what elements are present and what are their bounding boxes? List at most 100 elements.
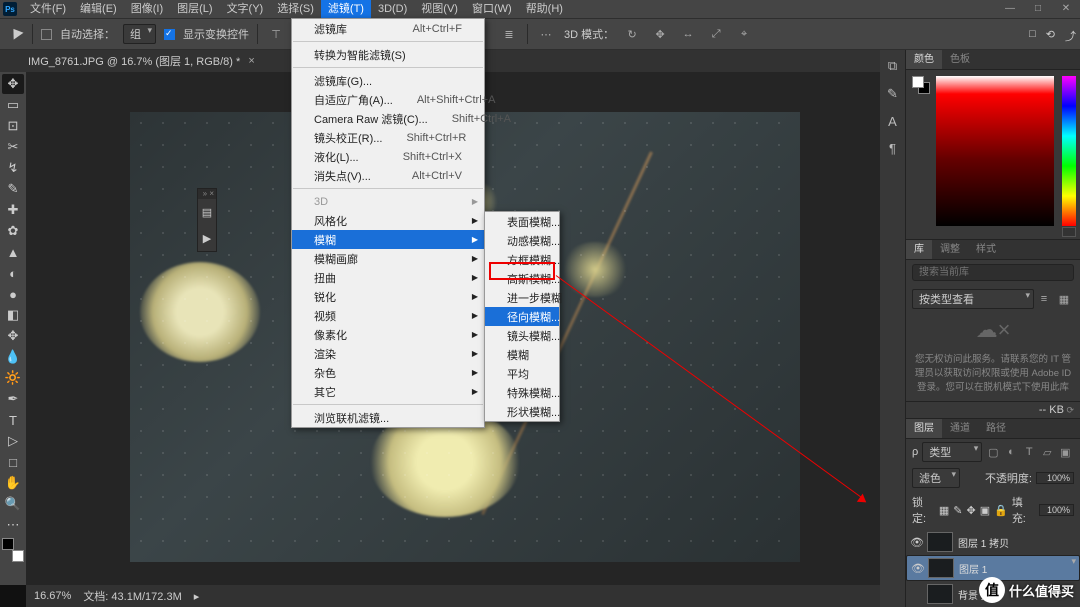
- menu-item[interactable]: 风格化: [292, 211, 484, 230]
- menu-help[interactable]: 帮助(H): [519, 0, 570, 18]
- menu-item[interactable]: 滤镜库Alt+Ctrl+F: [292, 19, 484, 38]
- window-close[interactable]: ✕: [1052, 0, 1080, 18]
- submenu-item[interactable]: 径向模糊...: [485, 307, 559, 326]
- menu-item[interactable]: 模糊: [292, 230, 484, 249]
- chevron-right-icon[interactable]: ▸: [194, 590, 200, 603]
- menu-item[interactable]: 自适应广角(A)...Alt+Shift+Ctrl+A: [292, 90, 484, 109]
- auto-select-target[interactable]: 组: [123, 24, 156, 44]
- lasso-tool[interactable]: ✂: [2, 137, 24, 157]
- type-tool[interactable]: T: [2, 410, 24, 430]
- overflow-icon[interactable]: ⋯: [536, 25, 556, 43]
- submenu-item[interactable]: 镜头模糊...: [485, 326, 559, 345]
- menu-view[interactable]: 视图(V): [414, 0, 465, 18]
- 3d-camera-icon[interactable]: ⌖: [734, 25, 754, 43]
- color-swatch[interactable]: [912, 76, 930, 94]
- lock-all-icon[interactable]: 🔒: [994, 504, 1008, 517]
- filter-shape-icon[interactable]: ▱: [1040, 446, 1054, 459]
- move-tool[interactable]: ✥: [2, 74, 24, 94]
- menu-item[interactable]: 像素化: [292, 325, 484, 344]
- history-brush-tool[interactable]: ●: [2, 284, 24, 304]
- brush-tool[interactable]: ▲: [2, 242, 24, 262]
- menu-filter[interactable]: 滤镜(T): [321, 0, 371, 18]
- 3d-slide-icon[interactable]: ↔: [678, 25, 698, 43]
- menu-file[interactable]: 文件(F): [23, 0, 73, 18]
- tab-styles[interactable]: 样式: [968, 240, 1004, 259]
- layer-filter-kind[interactable]: 类型: [922, 442, 982, 462]
- doc-size[interactable]: 文档: 43.1M/172.3M: [83, 588, 181, 604]
- fg-bg-swatch[interactable]: [2, 538, 24, 562]
- eyedropper-tool[interactable]: ✚: [2, 200, 24, 220]
- menu-item[interactable]: 模糊画廊: [292, 249, 484, 268]
- menu-item[interactable]: 其它: [292, 382, 484, 401]
- tab-adjustments[interactable]: 调整: [932, 240, 968, 259]
- shape-tool[interactable]: □: [2, 452, 24, 472]
- pen-tool[interactable]: ✒: [2, 389, 24, 409]
- library-search-input[interactable]: [912, 264, 1074, 281]
- collapsed-panel-strip[interactable]: » × ▤ ▶: [197, 188, 217, 252]
- layer-row[interactable]: 👁 图层 1 拷贝: [906, 529, 1080, 555]
- submenu-item[interactable]: 高斯模糊...: [485, 269, 559, 288]
- lock-pixels-icon[interactable]: ✎: [953, 504, 962, 517]
- tab-color[interactable]: 颜色: [906, 50, 942, 69]
- lock-position-icon[interactable]: ✥: [966, 504, 975, 517]
- layer-name[interactable]: 图层 1 拷贝: [958, 535, 1009, 550]
- zoom-tool[interactable]: 🔍: [2, 494, 24, 514]
- filter-type-icon[interactable]: T: [1022, 446, 1036, 458]
- menu-type[interactable]: 文字(Y): [220, 0, 271, 18]
- color-field[interactable]: [936, 76, 1054, 226]
- hue-slider[interactable]: [1062, 76, 1076, 226]
- tab-swatches[interactable]: 色板: [942, 50, 978, 69]
- edit-toolbar[interactable]: ⋯: [2, 515, 24, 535]
- quick-select-tool[interactable]: ↯: [2, 158, 24, 178]
- menu-image[interactable]: 图像(I): [124, 0, 170, 18]
- submenu-item[interactable]: 方框模糊...: [485, 250, 559, 269]
- menu-item[interactable]: 液化(L)...Shift+Ctrl+X: [292, 147, 484, 166]
- fill-value[interactable]: 100%: [1039, 504, 1074, 516]
- visibility-toggle[interactable]: 👁: [910, 536, 922, 549]
- tab-channels[interactable]: 通道: [942, 419, 978, 438]
- artboard-tool[interactable]: ⊡: [2, 116, 24, 136]
- menu-item[interactable]: 转换为智能滤镜(S): [292, 45, 484, 64]
- grid-view-icon[interactable]: ▦: [1054, 290, 1074, 308]
- character-panel-icon[interactable]: A: [888, 114, 897, 129]
- tab-layers[interactable]: 图层: [906, 419, 942, 438]
- auto-select-checkbox[interactable]: [41, 29, 52, 40]
- menu-item[interactable]: 扭曲: [292, 268, 484, 287]
- brush-presets-icon[interactable]: ⧉: [888, 58, 897, 74]
- submenu-item[interactable]: 表面模糊...: [485, 212, 559, 231]
- window-maximize[interactable]: □: [1024, 0, 1052, 18]
- actions-panel-icon[interactable]: ▶: [198, 225, 216, 251]
- submenu-item[interactable]: 平均: [485, 364, 559, 383]
- visibility-toggle[interactable]: 👁: [911, 562, 923, 575]
- marquee-tool[interactable]: ▭: [2, 95, 24, 115]
- opacity-value[interactable]: 100%: [1036, 472, 1074, 484]
- menu-item[interactable]: 视频: [292, 306, 484, 325]
- submenu-item[interactable]: 进一步模糊: [485, 288, 559, 307]
- filter-pixel-icon[interactable]: ▢: [986, 446, 1000, 459]
- menu-item[interactable]: 浏览联机滤镜...: [292, 408, 484, 427]
- menu-window[interactable]: 窗口(W): [465, 0, 519, 18]
- submenu-item[interactable]: 动感模糊...: [485, 231, 559, 250]
- menu-item[interactable]: 镜头校正(R)...Shift+Ctrl+R: [292, 128, 484, 147]
- menu-item[interactable]: 渲染: [292, 344, 484, 363]
- dodge-tool[interactable]: 🔆: [2, 368, 24, 388]
- menu-item[interactable]: 锐化: [292, 287, 484, 306]
- library-view-select[interactable]: 按类型查看: [912, 289, 1034, 309]
- eraser-tool[interactable]: ◧: [2, 305, 24, 325]
- share-icon[interactable]: ⤴: [1065, 28, 1076, 44]
- menu-item[interactable]: 滤镜库(G)...: [292, 71, 484, 90]
- layer-thumbnail[interactable]: [928, 558, 954, 578]
- menu-item[interactable]: 3D: [292, 192, 484, 211]
- blend-mode-select[interactable]: 滤色: [912, 468, 960, 488]
- healing-tool[interactable]: ✿: [2, 221, 24, 241]
- stamp-tool[interactable]: ◐: [2, 263, 24, 283]
- menu-item[interactable]: 消失点(V)...Alt+Ctrl+V: [292, 166, 484, 185]
- menu-item[interactable]: Camera Raw 滤镜(C)...Shift+Ctrl+A: [292, 109, 484, 128]
- workspace-icon[interactable]: □: [1029, 28, 1036, 44]
- menu-3d[interactable]: 3D(D): [371, 0, 414, 18]
- layer-thumbnail[interactable]: [927, 584, 953, 604]
- align-top-icon[interactable]: ⊤: [266, 25, 286, 43]
- menu-edit[interactable]: 编辑(E): [73, 0, 124, 18]
- brush-settings-icon[interactable]: ✎: [887, 86, 898, 102]
- sync-icon[interactable]: ⟲: [1046, 28, 1055, 44]
